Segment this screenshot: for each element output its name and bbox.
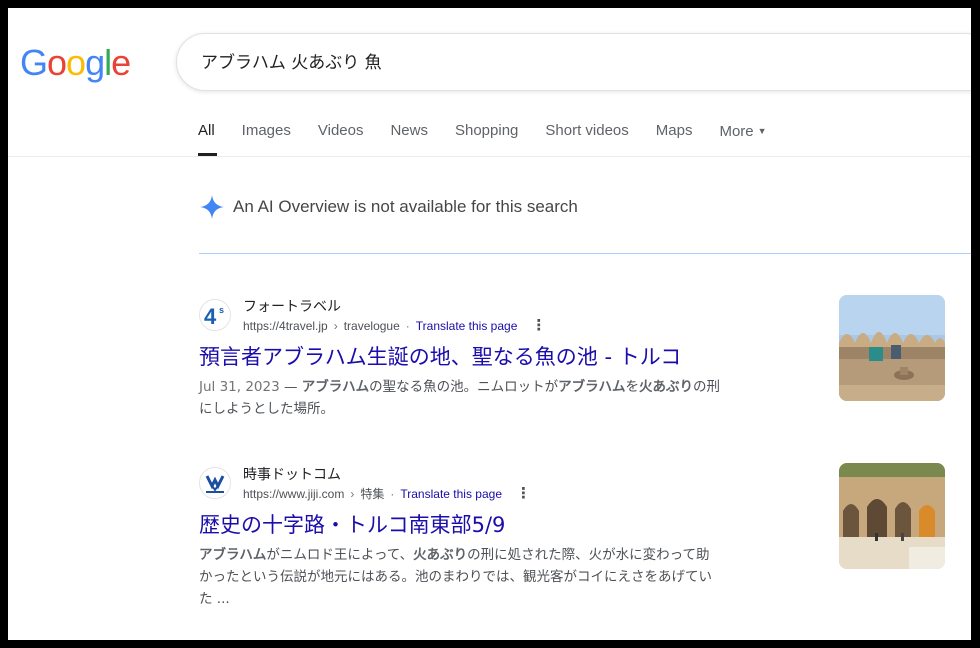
translate-link[interactable]: Translate this page [400,485,502,503]
snippet-text: の刑に処された際、火が水に変わって助 [467,547,710,563]
browser-frame: Google All Images Videos News Shopping S… [8,8,971,640]
snippet-text: の刑 [693,379,721,395]
svg-text:s: s [219,305,224,315]
result-title-link[interactable]: 歴史の十字路・トルコ南東部5/9 [199,510,819,540]
snippet-text: の聖なる魚の池。ニムロットが [369,379,559,395]
result-date: Jul 31, 2023 [199,379,280,395]
snippet-text: を [625,379,640,395]
breadcrumb-separator: › [333,319,338,333]
tab-shopping[interactable]: Shopping [441,120,531,156]
translate-link[interactable]: Translate this page [416,317,518,335]
snippet-highlight: 火あぶり [639,379,694,395]
tab-videos[interactable]: Videos [304,120,377,156]
site-url: https://www.jiji.com › 特集 · Translate th… [243,485,531,503]
snippet-text: た ... [199,591,230,607]
site-name: 時事ドットコム [243,467,341,483]
snippet-text: かったという伝説が地元にはある。池のまわりでは、観光客がコイにえさをあげてい [199,569,712,585]
tab-news[interactable]: News [377,120,442,156]
caret-down-icon: ▼ [757,126,767,136]
google-logo[interactable]: Google [20,42,131,83]
dot-separator: · [405,319,410,333]
site-name: フォートラベル [243,299,341,315]
svg-text:4: 4 [204,304,217,329]
snippet-text: にしようとした場所。 [199,401,334,417]
tab-all[interactable]: All [198,120,228,156]
dot-separator: · [390,487,395,501]
ai-overview-text: An AI Overview is not available for this… [233,197,578,216]
4travel-favicon-icon: 4 s [199,299,231,331]
result-snippet: アブラハムがニムロド王によって、火あぶりの刑に処された際、火が水に変わって助 か… [199,544,819,610]
url-domain: https://4travel.jp [243,319,328,333]
search-box[interactable] [176,33,971,91]
search-input[interactable] [201,50,961,70]
more-options-icon[interactable]: ⋮ [531,318,546,333]
result-source[interactable]: 4 s フォートラベル https://4travel.jp › travelo… [199,297,819,339]
tab-more[interactable]: More ▼ [706,120,780,156]
snippet-text: がニムロド王によって、 [266,547,414,563]
ai-overview-divider [199,253,971,254]
tabs-divider [8,156,971,157]
result-thumbnail[interactable] [839,295,945,401]
snippet-highlight: アブラハム [199,547,267,563]
snippet-highlight: 火あぶり [413,547,468,563]
tab-more-label: More [719,123,754,140]
result-title-link[interactable]: 預言者アブラハム生誕の地、聖なる魚の池 - トルコ [199,342,819,372]
snippet-highlight: アブラハム [301,379,370,395]
search-tabs: All Images Videos News Shopping Short vi… [198,120,780,156]
breadcrumb-separator: › [350,487,355,501]
search-result: 時事ドットコム https://www.jiji.com › 特集 · Tran… [199,465,819,610]
search-result: 4 s フォートラベル https://4travel.jp › travelo… [199,297,819,420]
result-source[interactable]: 時事ドットコム https://www.jiji.com › 特集 · Tran… [199,465,819,507]
url-path: 特集 [360,487,385,501]
url-path: travelogue [343,319,400,333]
tab-images[interactable]: Images [228,120,304,156]
ai-overview-notice: An AI Overview is not available for this… [199,194,578,220]
result-thumbnail[interactable] [839,463,945,569]
snippet-highlight: アブラハム [558,379,626,395]
url-domain: https://www.jiji.com [243,487,345,501]
result-snippet: Jul 31, 2023 — アブラハムの聖なる魚の池。ニムロットがアブラハムを… [199,379,721,417]
tab-maps[interactable]: Maps [642,120,706,156]
site-url: https://4travel.jp › travelogue · Transl… [243,317,546,335]
jiji-favicon-icon [199,467,231,499]
more-options-icon[interactable]: ⋮ [516,486,531,501]
tab-short-videos[interactable]: Short videos [532,120,642,156]
ai-sparkle-icon [200,195,224,219]
